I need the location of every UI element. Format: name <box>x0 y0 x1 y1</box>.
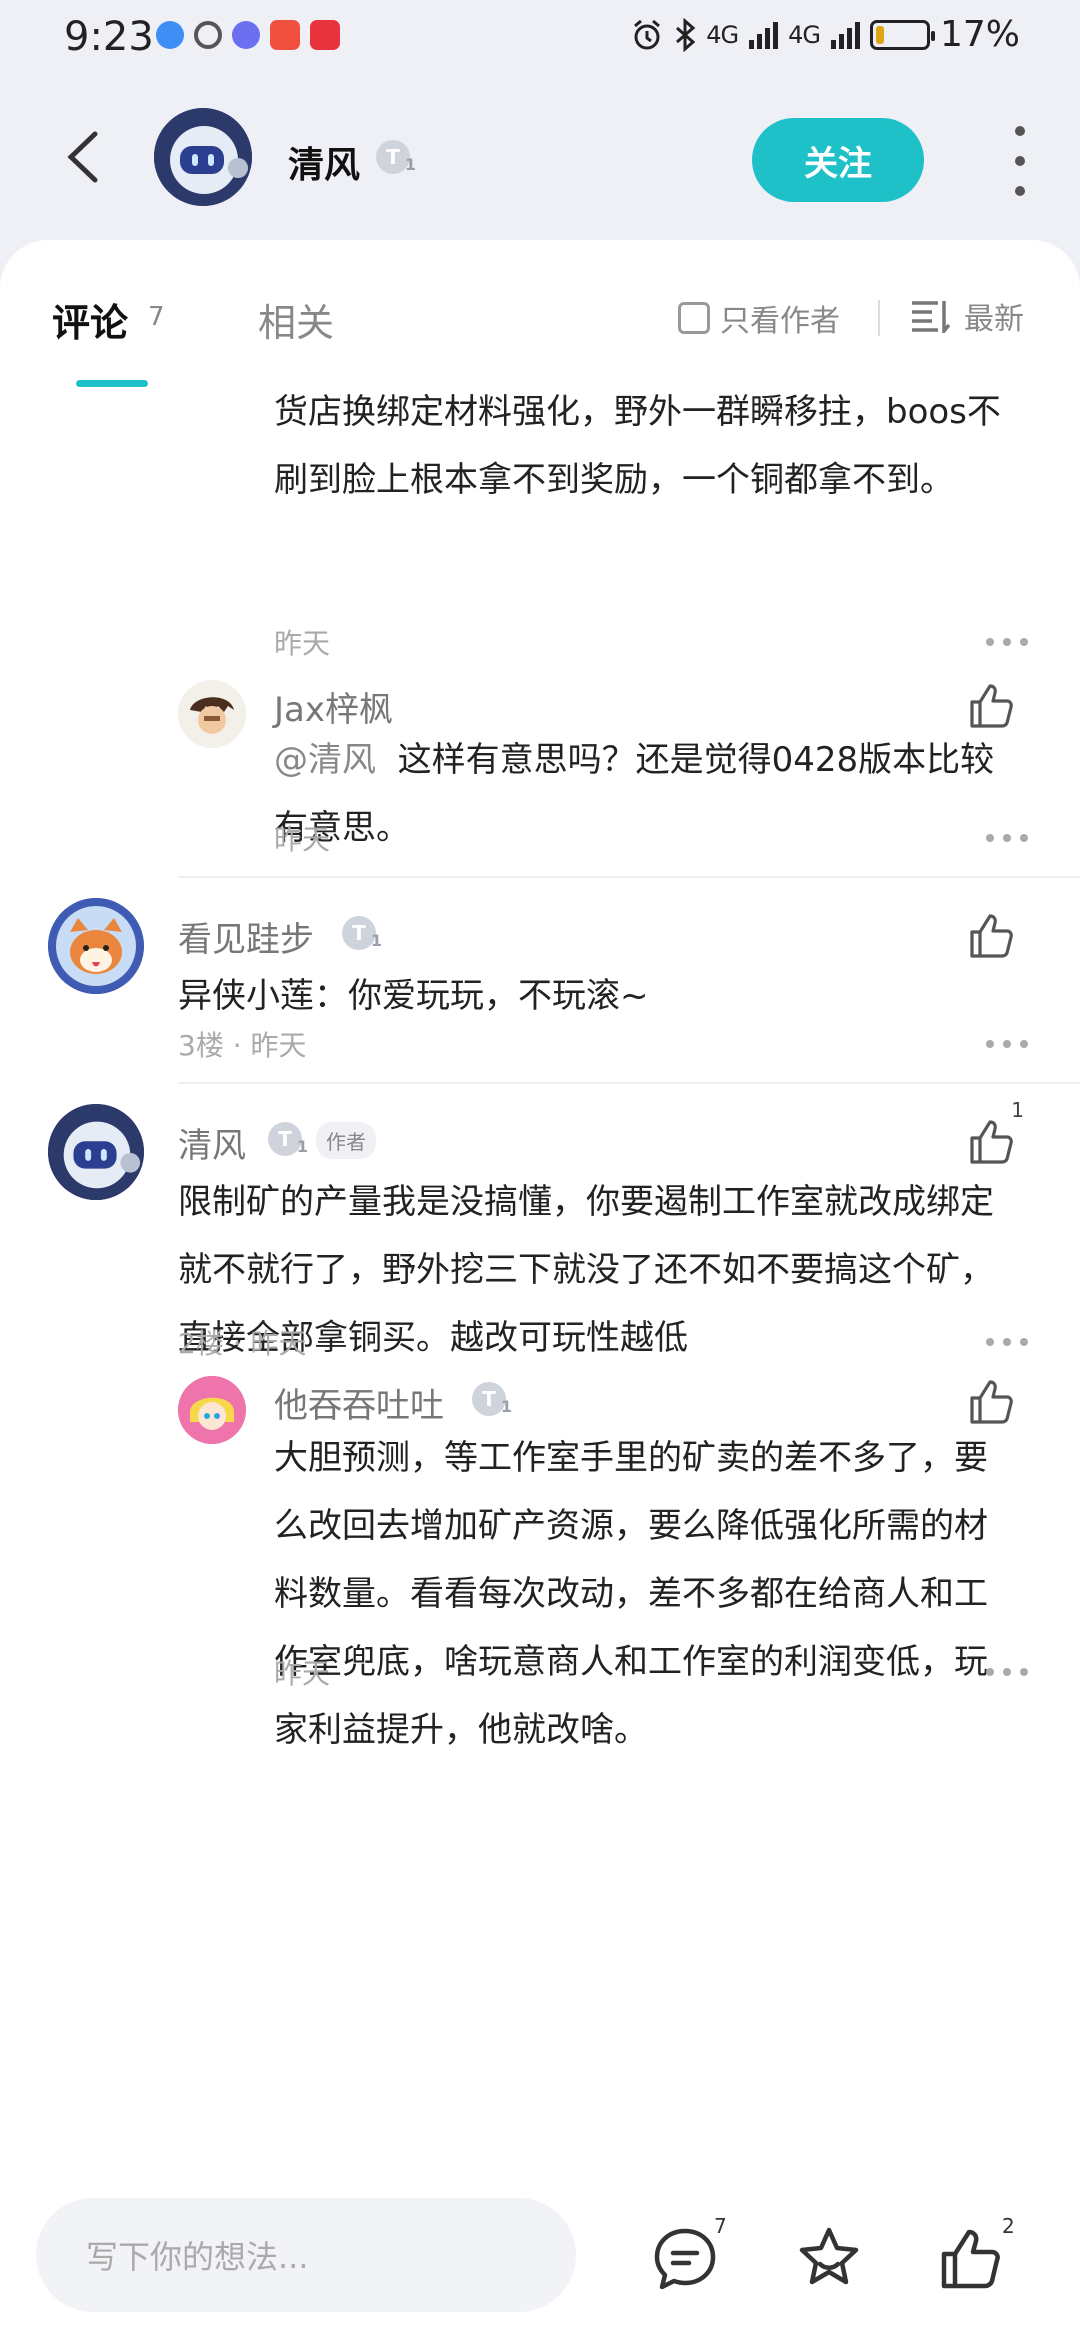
robot-avatar-icon <box>48 1104 144 1200</box>
post-header: 清风 T1 关注 <box>0 78 1080 238</box>
level-badge-icon: T1 <box>376 140 416 174</box>
bluetooth-icon <box>676 17 696 52</box>
comment-username[interactable]: 清风 <box>178 1118 246 1167</box>
reply-more-button[interactable] <box>986 1668 1028 1678</box>
comment-floor-time: 3楼 · 昨天 <box>178 1029 307 1062</box>
avatar[interactable] <box>154 108 252 206</box>
comment-more-button[interactable] <box>986 638 1028 648</box>
level-badge-icon: T1 <box>268 1122 308 1156</box>
comment-input[interactable]: 写下你的想法... <box>36 2198 576 2312</box>
comment-icon[interactable] <box>652 2226 718 2292</box>
author-only-label: 只看作者 <box>720 304 840 339</box>
author-only-toggle[interactable]: 只看作者 <box>678 296 840 340</box>
reply-text[interactable]: 大胆预测，等工作室手里的矿卖的差不多了，要么改回去增加矿产资源，要么降低强化所需… <box>274 1424 1014 1764</box>
level-badge-icon: T1 <box>342 916 382 950</box>
status-bar: 9:23 4G 4G 17% <box>0 0 1080 78</box>
thumbs-up-icon[interactable] <box>966 910 1016 960</box>
level-letter: T <box>278 1127 292 1151</box>
author-name[interactable]: 清风 <box>288 136 360 188</box>
like-count: 1 <box>1011 1098 1024 1122</box>
avatar[interactable] <box>48 1104 144 1200</box>
status-time: 9:23 <box>64 14 154 60</box>
thumbs-up-icon[interactable] <box>938 2226 1004 2292</box>
like-count: 2 <box>1002 2214 1015 2238</box>
tab-related[interactable]: 相关 <box>258 292 334 347</box>
reply-username[interactable]: Jax梓枫 <box>274 682 393 731</box>
level-number: 1 <box>370 931 382 950</box>
reply-time: 昨天 <box>274 1657 331 1690</box>
status-right: 4G 4G 17% <box>630 14 1020 55</box>
music-app-icon <box>232 21 260 49</box>
level-number: 1 <box>296 1137 308 1156</box>
star-icon[interactable] <box>796 2226 862 2292</box>
signal-1-label: 4G <box>706 20 739 49</box>
battery-level <box>875 25 885 44</box>
avatar[interactable] <box>178 1376 246 1444</box>
signal-bars-icon <box>749 21 779 49</box>
back-button[interactable] <box>52 122 112 192</box>
level-number: 1 <box>404 155 416 174</box>
comment-count: 7 <box>714 2214 727 2238</box>
comment-more-button[interactable] <box>986 1338 1028 1348</box>
sort-label: 最新 <box>964 302 1024 337</box>
level-badge-icon: T1 <box>472 1382 512 1416</box>
mention-link[interactable]: @清风 <box>274 740 376 780</box>
reply-body: 这样有意思吗？还是觉得0428版本比较有意思。 <box>274 740 995 848</box>
comments-sheet: 评论 7 相关 只看作者 最新 货店换绑定材料强化，野外一群瞬移拄，boos不刷… <box>0 240 1080 2170</box>
reply-username[interactable]: 他吞吞吐吐 <box>274 1378 444 1427</box>
anime-avatar-icon <box>178 1376 246 1444</box>
reader-app-icon <box>270 20 300 50</box>
comment-floor-time: 2楼 · 昨天 <box>178 1327 307 1360</box>
tab-comments[interactable]: 评论 <box>52 292 128 347</box>
thumbs-up-icon[interactable] <box>966 1376 1016 1426</box>
comment-username[interactable]: 看见跬步 <box>178 912 314 961</box>
signal-2-label: 4G <box>788 20 821 49</box>
level-number: 1 <box>500 1397 512 1416</box>
level-letter: T <box>482 1387 496 1411</box>
robot-avatar-icon <box>154 108 252 206</box>
avatar[interactable] <box>178 680 246 748</box>
comment-more-button[interactable] <box>986 1040 1028 1050</box>
level-letter: T <box>352 921 366 945</box>
active-tab-indicator <box>76 380 148 387</box>
level-letter: T <box>386 145 400 169</box>
sort-toggle[interactable]: 最新 <box>910 294 1024 338</box>
reply-more-button[interactable] <box>986 834 1028 844</box>
comment-text[interactable]: 货店换绑定材料强化，野外一群瞬移拄，boos不刷到脸上根本拿不到奖励，一个铜都拿… <box>274 378 1014 514</box>
alarm-icon <box>634 19 661 49</box>
loading-icon <box>194 21 222 49</box>
divider <box>178 876 1080 878</box>
status-app-icons <box>156 20 340 50</box>
avatar[interactable] <box>48 898 144 994</box>
comment-tabs: 评论 7 相关 只看作者 最新 <box>0 240 1080 390</box>
thumbs-up-icon[interactable] <box>966 680 1016 730</box>
battery-percent: 17% <box>939 14 1020 55</box>
tab-comments-count: 7 <box>148 302 165 332</box>
signal-bars-icon <box>830 21 860 49</box>
divider <box>878 300 880 336</box>
sort-icon <box>912 301 950 333</box>
reply-time: 昨天 <box>274 823 331 856</box>
follow-button[interactable]: 关注 <box>752 118 924 202</box>
reply-text[interactable]: @清风 这样有意思吗？还是觉得0428版本比较有意思。 <box>274 726 1014 862</box>
dog-avatar-icon <box>48 898 144 994</box>
thumbs-up-icon[interactable] <box>966 1116 1016 1166</box>
app-notification-icon <box>156 21 184 49</box>
divider <box>178 1082 1080 1084</box>
comment-time: 昨天 <box>274 627 331 660</box>
chevron-left-icon <box>67 131 98 183</box>
more-options-button[interactable] <box>1008 126 1032 196</box>
character-avatar-icon <box>178 680 246 748</box>
huawei-app-icon <box>310 20 340 50</box>
bottom-action-bar: 写下你的想法... 7 2 <box>0 2170 1080 2340</box>
author-badge: 作者 <box>316 1122 376 1159</box>
comment-text[interactable]: 异侠小莲：你爱玩玩，不玩滚~ <box>178 962 998 1030</box>
battery-icon <box>869 19 935 50</box>
checkbox-icon[interactable] <box>678 302 710 334</box>
